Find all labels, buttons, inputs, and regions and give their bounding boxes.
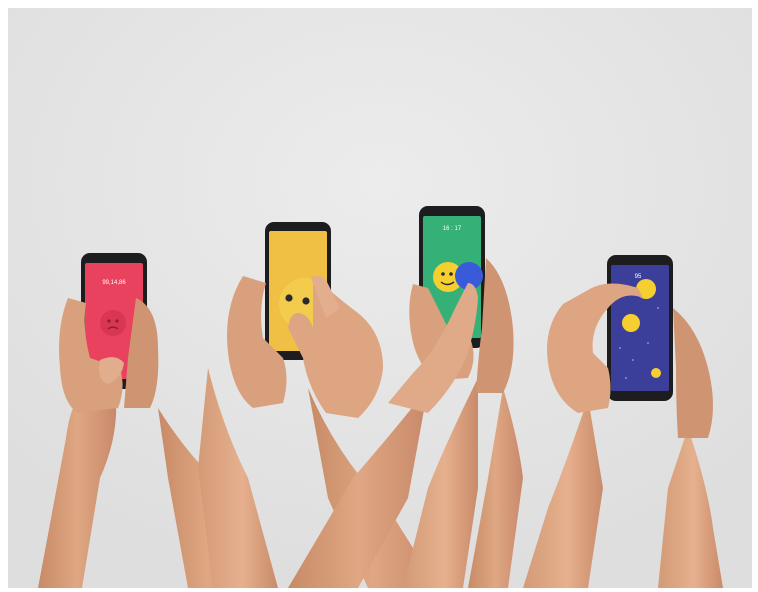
phone-green-status: 16 : 17 bbox=[443, 226, 462, 232]
scene-illustration: 99,14,86 16: 17 95 bbox=[8, 8, 752, 588]
floating-face-icon-3 bbox=[651, 368, 661, 378]
photo-frame: 99,14,86 16: 17 95 bbox=[0, 0, 758, 592]
phone-blue: 95 bbox=[607, 255, 673, 401]
hands-holding-phones-photo: 99,14,86 16: 17 95 bbox=[8, 8, 752, 588]
phone-red-status: 99,14,86 bbox=[102, 280, 126, 286]
floating-face-icon-2 bbox=[622, 314, 640, 332]
sad-face-icon bbox=[100, 310, 126, 336]
phone-blue-status: 95 bbox=[635, 274, 642, 280]
